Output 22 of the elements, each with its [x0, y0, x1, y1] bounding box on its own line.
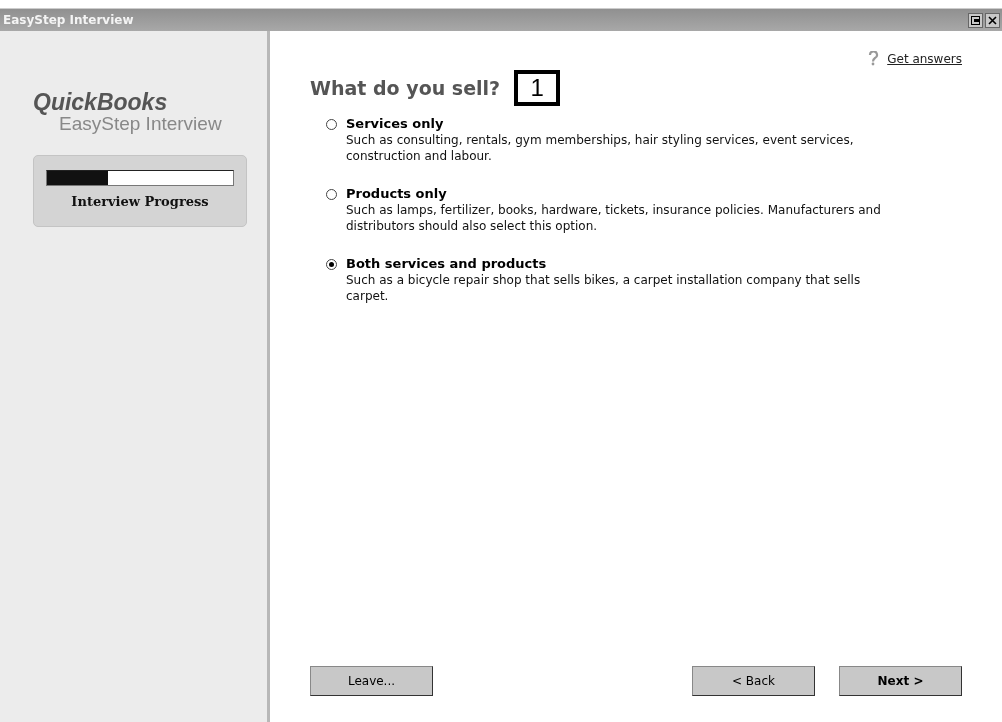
radio-button[interactable]	[326, 259, 337, 271]
option-label[interactable]: Services only	[346, 116, 962, 131]
option-description: Such as consulting, rentals, gym memberships, hair styling services, event services, construction and labour.	[346, 133, 855, 165]
option-description: Such as lamps, fertilizer, books, hardware, tickets, insurance policies. Manufacturers and distributors should also select this option.	[346, 203, 882, 235]
brand-subtitle: EasyStep Interview	[59, 114, 222, 135]
close-button[interactable]	[985, 12, 1000, 28]
window-title: EasyStep Interview	[3, 13, 134, 27]
help-icon	[868, 51, 880, 66]
restore-button[interactable]	[968, 12, 983, 28]
next-button[interactable]: Next >	[839, 666, 962, 696]
question-heading: What do you sell?	[310, 77, 501, 99]
back-button[interactable]: < Back	[692, 666, 815, 696]
radio-button[interactable]	[326, 189, 337, 201]
callout-number: 1	[514, 70, 561, 106]
brand-name: QuickBooks	[33, 91, 168, 114]
get-answers-link[interactable]: Get answers	[887, 51, 962, 66]
option-description: Such as a bicycle repair shop that sells bikes, a carpet installation company that sells carpet.	[346, 273, 862, 305]
option-label[interactable]: Products only	[346, 186, 962, 202]
radio-button[interactable]	[326, 119, 337, 130]
option-label[interactable]: Both services and products	[346, 256, 962, 272]
leave-button[interactable]: Leave...	[310, 666, 433, 696]
progress-label: Interview Progress	[71, 193, 209, 209]
